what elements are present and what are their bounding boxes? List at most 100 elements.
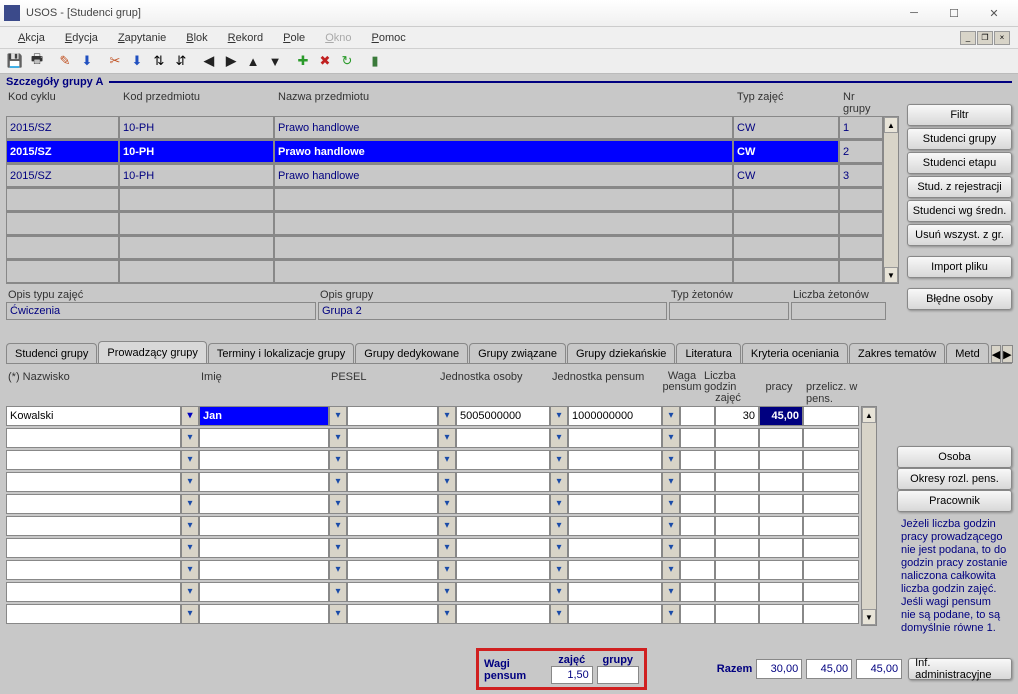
cell-nazwisko[interactable] [6, 472, 181, 492]
cell-nazwisko[interactable]: Kowalski [6, 406, 181, 426]
tab-9[interactable]: Metd [946, 343, 988, 363]
cell-cykl[interactable] [6, 260, 119, 283]
cell-imie[interactable] [199, 428, 329, 448]
scroll-down-icon[interactable]: ▼ [884, 267, 898, 283]
cell-nazwisko[interactable] [6, 516, 181, 536]
lookup-nazwisko-icon[interactable] [181, 604, 199, 624]
cell-jo[interactable] [456, 538, 550, 558]
lookup-nazwisko-icon[interactable] [181, 538, 199, 558]
lookup-imie-icon[interactable] [329, 604, 347, 624]
scroll-up-icon[interactable]: ▲ [862, 407, 876, 423]
cell-waga[interactable] [680, 582, 715, 602]
cell-godz[interactable] [715, 538, 759, 558]
cell-jp[interactable] [568, 428, 662, 448]
maximize-button[interactable]: ☐ [934, 2, 974, 24]
lookup-jp-icon[interactable] [662, 428, 680, 448]
cell-imie[interactable] [199, 494, 329, 514]
cell-nr[interactable] [839, 188, 883, 211]
query-icon[interactable]: ✂ [104, 50, 126, 72]
cell-pracy[interactable] [759, 450, 803, 470]
prev-icon[interactable]: ◀ [198, 50, 220, 72]
cell-przelicz[interactable] [803, 604, 859, 624]
close-button[interactable]: ✕ [974, 2, 1014, 24]
cell-nazwisko[interactable] [6, 538, 181, 558]
tab-1[interactable]: Prowadzący grupy [98, 341, 207, 363]
cell-pracy[interactable] [759, 604, 803, 624]
up-icon[interactable]: ▲ [242, 50, 264, 72]
cell-nazwisko[interactable] [6, 494, 181, 514]
tab-7[interactable]: Kryteria oceniania [742, 343, 848, 363]
lookup-jo-icon[interactable] [550, 472, 568, 492]
cell-kod[interactable] [119, 260, 274, 283]
lookup-pesel-icon[interactable] [438, 516, 456, 536]
cell-godz[interactable] [715, 560, 759, 580]
cell-przelicz[interactable] [803, 450, 859, 470]
cell-godz[interactable] [715, 428, 759, 448]
cell-jp[interactable] [568, 450, 662, 470]
cell-nr[interactable] [839, 260, 883, 283]
lookup-jo-icon[interactable] [550, 560, 568, 580]
cell-przelicz[interactable] [803, 428, 859, 448]
cell-jo[interactable] [456, 428, 550, 448]
cell-cykl[interactable]: 2015/SZ [6, 140, 119, 163]
cell-nazwa[interactable]: Prawo handlowe [274, 140, 733, 163]
down-icon[interactable]: ▼ [264, 50, 286, 72]
cell-imie[interactable] [199, 604, 329, 624]
typ-zetonow-field[interactable] [669, 302, 789, 320]
wagi-zajec-field[interactable]: 1,50 [551, 666, 593, 684]
cell-przelicz[interactable] [803, 516, 859, 536]
cell-pesel[interactable] [347, 472, 438, 492]
cell-nazwisko[interactable] [6, 428, 181, 448]
cell-pracy[interactable] [759, 560, 803, 580]
menu-zapytanie[interactable]: Zapytanie [108, 30, 176, 46]
lookup-pesel-icon[interactable] [438, 560, 456, 580]
lookup-imie-icon[interactable] [329, 428, 347, 448]
cell-imie[interactable] [199, 450, 329, 470]
cell-nazwa[interactable]: Prawo handlowe [274, 164, 733, 187]
tab-prev-icon[interactable]: ◀ [991, 345, 1001, 363]
lookup-jo-icon[interactable] [550, 428, 568, 448]
cell-jo[interactable] [456, 472, 550, 492]
download-icon[interactable]: ⬇ [76, 50, 98, 72]
cell-cykl[interactable] [6, 188, 119, 211]
cell-imie[interactable] [199, 582, 329, 602]
cell-kod[interactable] [119, 212, 274, 235]
cell-pesel[interactable] [347, 604, 438, 624]
tab-4[interactable]: Grupy związane [469, 343, 566, 363]
scroll-down-icon[interactable]: ▼ [862, 609, 876, 625]
lookup-pesel-icon[interactable] [438, 582, 456, 602]
lookup-jo-icon[interactable] [550, 516, 568, 536]
liczba-zetonow-field[interactable] [791, 302, 886, 320]
cell-nazwa[interactable] [274, 260, 733, 283]
mdi-restore[interactable]: ❐ [977, 31, 993, 45]
cell-waga[interactable] [680, 406, 715, 426]
side-btn-3[interactable]: Stud. z rejestracji [907, 176, 1012, 198]
cell-godz[interactable] [715, 472, 759, 492]
cell-pracy[interactable] [759, 582, 803, 602]
cell-jp[interactable]: 1000000000 [568, 406, 662, 426]
cell-typ[interactable] [733, 260, 839, 283]
edit-icon[interactable]: ✎ [54, 50, 76, 72]
lookup-pesel-icon[interactable] [438, 428, 456, 448]
scroll-up-icon[interactable]: ▲ [884, 117, 898, 133]
cell-pracy[interactable] [759, 538, 803, 558]
lookup-nazwisko-icon[interactable] [181, 450, 199, 470]
lookup-jp-icon[interactable] [662, 560, 680, 580]
cell-nazwa[interactable] [274, 188, 733, 211]
cell-nazwa[interactable] [274, 236, 733, 259]
lookup-imie-icon[interactable] [329, 560, 347, 580]
cell-pesel[interactable] [347, 582, 438, 602]
cell-kod[interactable]: 10-PH [119, 116, 274, 139]
upper-row[interactable] [6, 236, 883, 260]
cell-typ[interactable] [733, 212, 839, 235]
cell-nr[interactable] [839, 236, 883, 259]
lookup-imie-icon[interactable] [329, 538, 347, 558]
cell-jp[interactable] [568, 582, 662, 602]
cell-kod[interactable] [119, 236, 274, 259]
cell-jp[interactable] [568, 604, 662, 624]
lookup-imie-icon[interactable] [329, 472, 347, 492]
cell-imie[interactable] [199, 538, 329, 558]
side-btn-5[interactable]: Usuń wszyst. z gr. [907, 224, 1012, 246]
lookup-imie-icon[interactable] [329, 450, 347, 470]
tab-5[interactable]: Grupy dziekańskie [567, 343, 676, 363]
